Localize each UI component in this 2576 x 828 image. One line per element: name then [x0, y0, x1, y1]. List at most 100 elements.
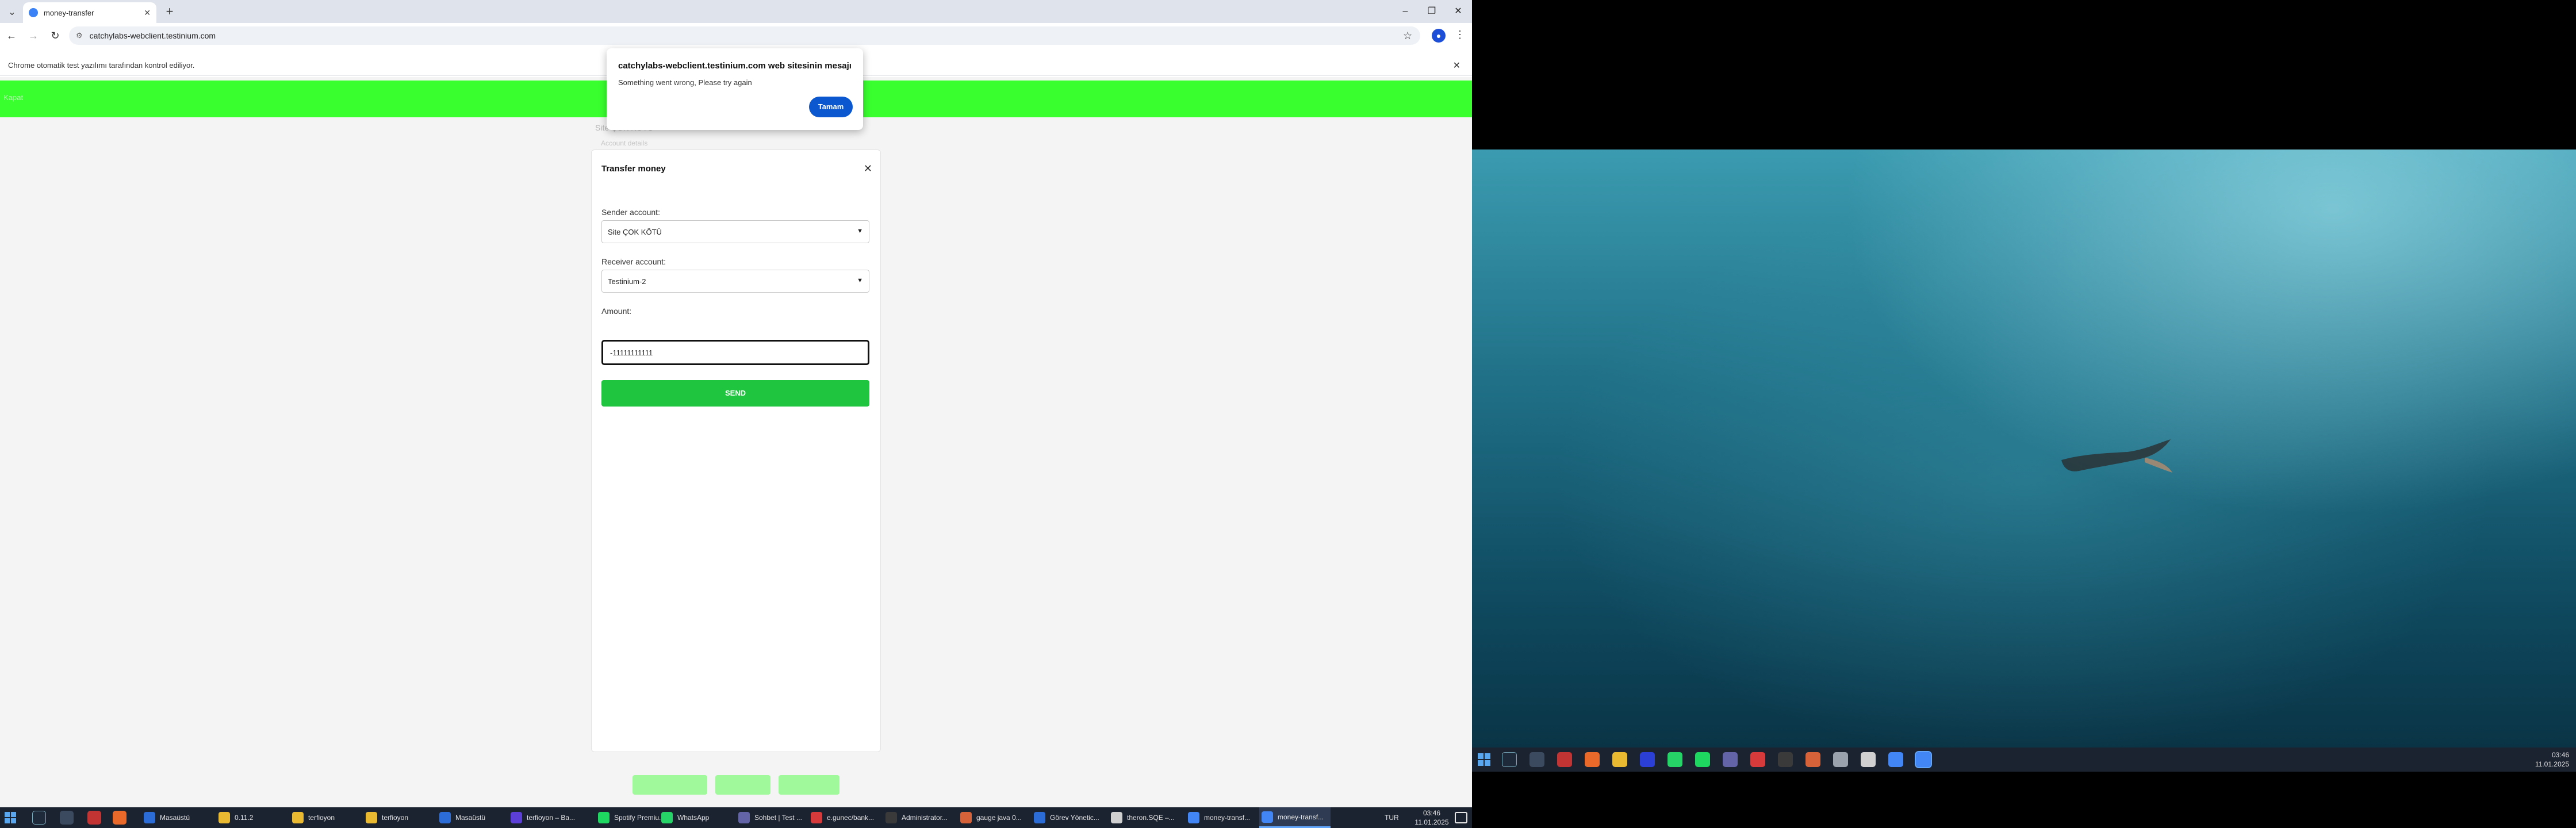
spotify-icon[interactable]: [1695, 752, 1710, 767]
language-indicator[interactable]: TUR: [1385, 814, 1399, 822]
amount-value: -11111111111: [610, 348, 653, 357]
taskbar-item-label: 0.11.2: [235, 814, 254, 822]
amount-input[interactable]: -11111111111: [601, 340, 869, 365]
taskbar-item-label: Masaüstü: [455, 814, 486, 822]
taskbar-item[interactable]: terfioyon: [363, 807, 435, 828]
clock-time[interactable]: 03:46: [1414, 809, 1449, 817]
clock-time[interactable]: 03:46: [2552, 751, 2569, 759]
taskbar-app-icon: [1188, 812, 1199, 823]
taskbar-item-label: Administrator...: [902, 814, 948, 822]
firefox-icon[interactable]: [113, 811, 126, 825]
gear-app-icon[interactable]: [60, 811, 74, 825]
ide-icon[interactable]: [1640, 752, 1655, 767]
address-bar[interactable]: ⚙ catchylabs-webclient.testinium.com: [69, 26, 1420, 45]
taskbar-item[interactable]: Masaüstü: [437, 807, 508, 828]
opera-icon[interactable]: [1750, 752, 1765, 767]
sender-account-label: Sender account:: [601, 208, 660, 217]
background-button[interactable]: [715, 775, 770, 795]
site-info-icon[interactable]: ⚙: [76, 31, 83, 40]
profile-person-icon[interactable]: ●: [1432, 29, 1446, 43]
favicon-icon: [29, 8, 38, 17]
tab-close-icon[interactable]: ✕: [144, 8, 151, 18]
clock-date[interactable]: 11.01.2025: [1414, 818, 1449, 826]
gear-app-icon[interactable]: [1529, 752, 1544, 767]
taskbar-item-label: money-transf...: [1204, 814, 1251, 822]
steam-icon[interactable]: [1502, 752, 1517, 767]
taskbar-left: Masaüstü 0.11.2 terfioyon terfioyon Masaüstü…: [0, 807, 1472, 828]
minimize-icon[interactable]: –: [1394, 3, 1417, 20]
taskbar-item-label: Spotify Premiu...: [614, 814, 665, 822]
browser-toolbar: ← → ↻ ⚙ catchylabs-webclient.testinium.c…: [0, 23, 1472, 48]
chevron-down-icon: ▼: [857, 277, 863, 284]
taskbar-app-icon: [511, 812, 522, 823]
taskbar-item-label: theron.SQE –...: [1127, 814, 1175, 822]
taskbar-item[interactable]: terfioyon: [290, 807, 361, 828]
modal-close-icon[interactable]: ✕: [864, 163, 872, 175]
taskbar-item-label: money-transf...: [1278, 812, 1324, 821]
transfer-modal: Transfer money ✕ Sender account: Site ÇO…: [591, 150, 881, 752]
page-viewport: Kapat Site ÇOK KÖTÜ Account details Tran…: [0, 77, 1472, 807]
app-icon[interactable]: [1833, 752, 1848, 767]
taskbar-app-icon: [1034, 812, 1045, 823]
browser-tab[interactable]: money-transfer ✕: [23, 2, 156, 23]
kebab-menu-icon[interactable]: ⋮: [1455, 29, 1465, 41]
chrome-icon[interactable]: [1915, 751, 1932, 768]
restore-icon[interactable]: ❐: [1420, 3, 1443, 20]
firefox-icon[interactable]: [1585, 752, 1600, 767]
new-tab-plus-icon[interactable]: +: [162, 5, 177, 20]
taskbar-item[interactable]: Masaüstü: [141, 807, 213, 828]
sender-account-value: Site ÇOK KÖTÜ: [608, 227, 662, 236]
taskbar-item[interactable]: gauge java 0...: [958, 807, 1029, 828]
app-icon[interactable]: [1805, 752, 1820, 767]
app-icon[interactable]: [1557, 752, 1572, 767]
tab-search-chevron-down-icon[interactable]: ⌄: [5, 5, 20, 20]
alert-ok-button[interactable]: Tamam: [809, 97, 853, 117]
taskbar-app-icon: [885, 812, 897, 823]
taskbar-app-icon: [1262, 811, 1273, 823]
right-monitor: 03:46 11.01.2025: [1472, 0, 2576, 828]
notification-icon[interactable]: [1455, 812, 1467, 823]
teams-icon[interactable]: [1723, 752, 1738, 767]
forward-arrow-icon[interactable]: →: [26, 29, 40, 43]
windows-start-icon[interactable]: [1478, 753, 1490, 766]
taskbar-item[interactable]: 0.11.2: [216, 807, 288, 828]
account-subtitle: Account details: [601, 139, 648, 147]
reload-icon[interactable]: ↻: [48, 29, 62, 43]
taskbar-app-icon: [366, 812, 377, 823]
taskbar-item[interactable]: e.gunec/bank...: [808, 807, 880, 828]
taskbar-item[interactable]: Sohbet | Test ...: [736, 807, 807, 828]
infobar-close-icon[interactable]: ✕: [1453, 60, 1460, 71]
taskbar-item[interactable]: Administrator...: [883, 807, 954, 828]
background-button[interactable]: [779, 775, 839, 795]
app-icon[interactable]: [1861, 752, 1876, 767]
send-button[interactable]: SEND: [601, 380, 869, 407]
taskbar-app-icon: [144, 812, 155, 823]
back-arrow-icon[interactable]: ←: [5, 29, 18, 43]
taskbar-item[interactable]: WhatsApp: [659, 807, 730, 828]
bookmark-star-icon[interactable]: ☆: [1403, 30, 1412, 42]
screen: ⌄ money-transfer ✕ + – ❐ ✕ ← → ↻ ⚙ catch…: [0, 0, 2576, 828]
windows-start-icon[interactable]: [5, 812, 16, 823]
chrome-icon[interactable]: [1888, 752, 1903, 767]
steam-icon[interactable]: [32, 811, 46, 825]
window-close-icon[interactable]: ✕: [1447, 3, 1470, 20]
nav-logout-link[interactable]: Kapat: [3, 93, 23, 102]
taskbar-app-icon: [661, 812, 673, 823]
taskbar-item[interactable]: terfioyon – Ba...: [508, 807, 580, 828]
taskbar-item[interactable]: Görev Yönetic...: [1032, 807, 1103, 828]
background-button[interactable]: [632, 775, 707, 795]
terminal-icon[interactable]: [1778, 752, 1793, 767]
taskbar-item[interactable]: money-transf...: [1186, 807, 1257, 828]
whatsapp-icon[interactable]: [1667, 752, 1682, 767]
clock-date[interactable]: 11.01.2025: [2535, 760, 2569, 768]
app-icon[interactable]: [87, 811, 101, 825]
amount-label: Amount:: [601, 306, 632, 316]
sender-account-select[interactable]: Site ÇOK KÖTÜ ▼: [601, 220, 869, 243]
taskbar-item[interactable]: theron.SQE –...: [1109, 807, 1180, 828]
receiver-account-select[interactable]: Testinium-2 ▼: [601, 270, 869, 293]
taskbar-item[interactable]: money-transf...: [1259, 807, 1331, 828]
taskbar-item[interactable]: Spotify Premiu...: [596, 807, 667, 828]
folder-icon[interactable]: [1612, 752, 1627, 767]
alert-dialog: catchylabs-webclient.testinium.com web s…: [607, 48, 863, 130]
chevron-down-icon: ▼: [857, 228, 863, 235]
